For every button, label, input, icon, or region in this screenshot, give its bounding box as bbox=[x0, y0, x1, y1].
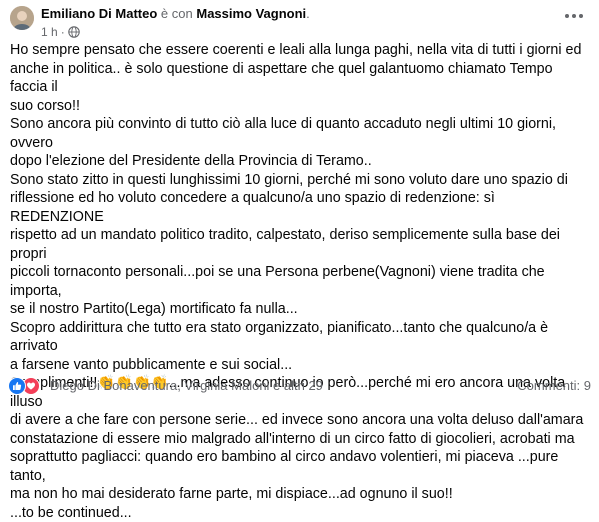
author-name[interactable]: Emiliano Di Matteo bbox=[41, 6, 157, 21]
body-line: Sono stato zitto in questi lunghissimi 1… bbox=[10, 171, 592, 190]
comments-count[interactable]: Commenti: 9 bbox=[517, 378, 591, 394]
author-avatar[interactable] bbox=[10, 6, 34, 30]
body-line: ...to be continued... bbox=[10, 504, 592, 522]
body-line: Scopro addirittura che tutto era stato o… bbox=[10, 319, 592, 356]
body-line: Sono ancora più convinto di tutto ciò al… bbox=[10, 115, 592, 152]
post-header: Emiliano Di Matteo è con Massimo Vagnoni… bbox=[10, 4, 590, 44]
body-line: soprattutto pagliacci: quando ero bambin… bbox=[10, 448, 592, 485]
reactors-text[interactable]: Diego Di Bonaventura, Virginia Maloni e … bbox=[50, 378, 323, 394]
like-icon bbox=[8, 377, 26, 395]
meta-separator: · bbox=[61, 25, 65, 39]
post-body: Ho sempre pensato che essere coerenti e … bbox=[10, 41, 592, 522]
tagged-person[interactable]: Massimo Vagnoni bbox=[196, 6, 306, 21]
header-period: . bbox=[306, 6, 310, 21]
body-line: ma non ho mai desiderato farne parte, mi… bbox=[10, 485, 592, 504]
body-line: a farsene vanto pubblicamente e sui soci… bbox=[10, 356, 592, 375]
post-meta: 1 h · bbox=[41, 25, 80, 39]
globe-icon bbox=[68, 26, 80, 38]
facebook-post: Emiliano Di Matteo è con Massimo Vagnoni… bbox=[0, 0, 599, 406]
body-line: suo corso!! bbox=[10, 97, 592, 116]
body-line: Ho sempre pensato che essere coerenti e … bbox=[10, 41, 592, 60]
body-line: dopo l'elezione del Presidente della Pro… bbox=[10, 152, 592, 171]
body-line: se il nostro Partito(Lega) mortificato f… bbox=[10, 300, 592, 319]
post-time[interactable]: 1 h bbox=[41, 25, 58, 39]
body-line: rispetto ad un mandato politico tradito,… bbox=[10, 226, 592, 263]
with-text: è con bbox=[161, 6, 193, 21]
avatar-image bbox=[10, 6, 34, 30]
body-line: di avere a che fare con persone serie...… bbox=[10, 411, 592, 430]
body-line: piccoli tornaconto personali...poi se un… bbox=[10, 263, 592, 300]
post-footer: Diego Di Bonaventura, Virginia Maloni e … bbox=[8, 376, 591, 396]
body-line: riflessione ed ho voluto concedere a qua… bbox=[10, 189, 592, 226]
reaction-icons[interactable] bbox=[8, 377, 40, 395]
more-dots-icon[interactable] bbox=[562, 8, 586, 24]
author-line: Emiliano Di Matteo è con Massimo Vagnoni… bbox=[41, 6, 310, 22]
body-line: constatazione di essere mio malgrado all… bbox=[10, 430, 592, 449]
body-line: anche in politica.. è solo questione di … bbox=[10, 60, 592, 97]
